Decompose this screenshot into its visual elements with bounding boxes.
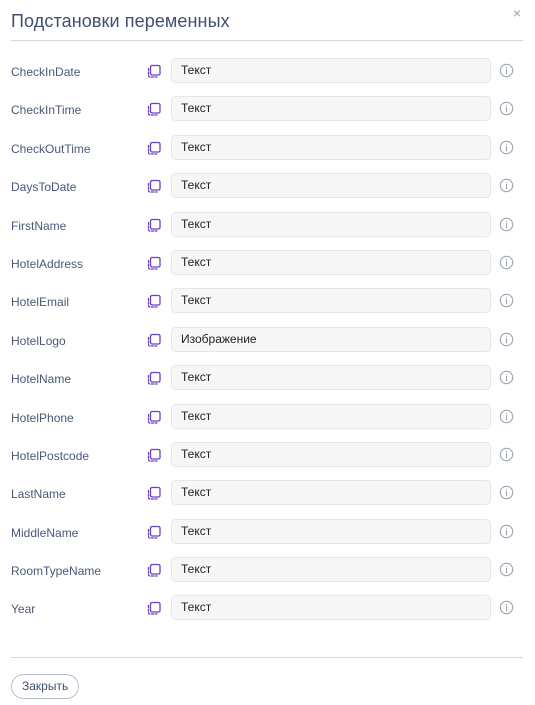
variable-type-field[interactable]: Текст [171, 96, 491, 122]
variable-row: LastName Текст [0, 474, 535, 512]
copy-icon[interactable] [145, 523, 163, 541]
copy-icon[interactable] [145, 331, 163, 349]
info-icon[interactable] [499, 562, 514, 577]
info-icon[interactable] [499, 409, 514, 424]
variable-name: HotelEmail [11, 295, 70, 310]
variable-row: HotelAddress Текст [0, 244, 535, 282]
variable-row: HotelLogo Изображение [0, 321, 535, 359]
close-button[interactable]: Закрыть [11, 674, 80, 699]
info-icon[interactable] [499, 140, 514, 155]
variable-row: HotelName Текст [0, 359, 535, 397]
variable-name: LastName [11, 487, 66, 502]
copy-icon[interactable] [145, 100, 163, 118]
variable-row: HotelPostcode Текст [0, 436, 535, 474]
variable-name: CheckInDate [11, 65, 81, 79]
variable-row: Year Текст [0, 589, 535, 627]
variable-type-field[interactable]: Текст [171, 403, 491, 429]
copy-icon[interactable] [145, 599, 163, 617]
variable-name: MiddleName [11, 525, 79, 540]
info-icon[interactable] [499, 217, 514, 232]
footer-divider [11, 657, 523, 658]
info-icon[interactable] [499, 524, 514, 539]
info-icon[interactable] [499, 370, 514, 385]
variable-type-field[interactable]: Изображение [171, 326, 491, 352]
variable-row: HotelPhone Текст [0, 398, 535, 436]
variable-name: HotelPhone [11, 410, 74, 425]
variable-substitutions-dialog: Подстановки переменных × CheckInDate Текс… [0, 0, 535, 705]
info-icon[interactable] [499, 332, 514, 347]
copy-icon[interactable] [145, 484, 163, 502]
variable-name: FirstName [11, 218, 67, 233]
variable-row: CheckInDate Текст [0, 52, 535, 90]
variable-name: HotelPostcode [11, 448, 90, 463]
copy-icon[interactable] [145, 292, 163, 310]
info-icon[interactable] [499, 255, 514, 270]
variable-name: Year [11, 602, 36, 617]
copy-icon[interactable] [145, 369, 163, 387]
info-icon[interactable] [499, 600, 514, 615]
variable-name: CheckInTime [11, 103, 82, 118]
variable-type-field[interactable]: Текст [171, 134, 491, 160]
copy-icon[interactable] [145, 216, 163, 234]
header-divider [11, 40, 523, 41]
variable-row: DaysToDate Текст [0, 167, 535, 205]
copy-icon[interactable] [145, 561, 163, 579]
copy-icon[interactable] [145, 408, 163, 426]
info-icon[interactable] [499, 178, 514, 193]
variable-name: DaysToDate [11, 180, 77, 195]
variable-type-field[interactable]: Текст [171, 518, 491, 544]
info-icon[interactable] [499, 293, 514, 308]
copy-icon[interactable] [145, 446, 163, 464]
variable-type-field[interactable]: Текст [171, 58, 491, 83]
variable-name: HotelName [11, 372, 72, 387]
variable-name: HotelLogo [11, 333, 66, 348]
info-icon[interactable] [499, 485, 514, 500]
variable-type-field[interactable]: Текст [171, 173, 491, 199]
variable-row: FirstName Текст [0, 206, 535, 244]
dialog-title: Подстановки переменных [11, 11, 230, 31]
variable-type-field[interactable]: Текст [171, 595, 491, 621]
copy-icon[interactable] [145, 254, 163, 272]
variable-row: CheckInTime Текст [0, 90, 535, 128]
variable-name: CheckOutTime [11, 141, 91, 156]
close-icon[interactable]: × [509, 5, 525, 21]
copy-icon[interactable] [145, 139, 163, 157]
variable-type-field[interactable]: Текст [171, 211, 491, 237]
info-icon[interactable] [499, 101, 514, 116]
info-icon[interactable] [499, 447, 514, 462]
variable-type-field[interactable]: Текст [171, 480, 491, 506]
variable-type-field[interactable]: Текст [171, 288, 491, 314]
copy-icon[interactable] [145, 62, 163, 80]
variable-type-field[interactable]: Текст [171, 249, 491, 275]
variable-type-field[interactable]: Текст [171, 365, 491, 391]
copy-icon[interactable] [145, 177, 163, 195]
variables-list: CheckInDate Текст CheckInTime Текст CheckOut… [0, 52, 535, 628]
variable-type-field[interactable]: Текст [171, 557, 491, 583]
variable-name: RoomTypeName [11, 564, 102, 579]
variable-name: HotelAddress [11, 256, 84, 271]
info-icon[interactable] [499, 63, 514, 78]
variable-row: RoomTypeName Текст [0, 551, 535, 589]
variable-row: HotelEmail Текст [0, 282, 535, 320]
variable-type-field[interactable]: Текст [171, 441, 491, 467]
variable-row: CheckOutTime Текст [0, 129, 535, 167]
variable-row: MiddleName Текст [0, 513, 535, 551]
